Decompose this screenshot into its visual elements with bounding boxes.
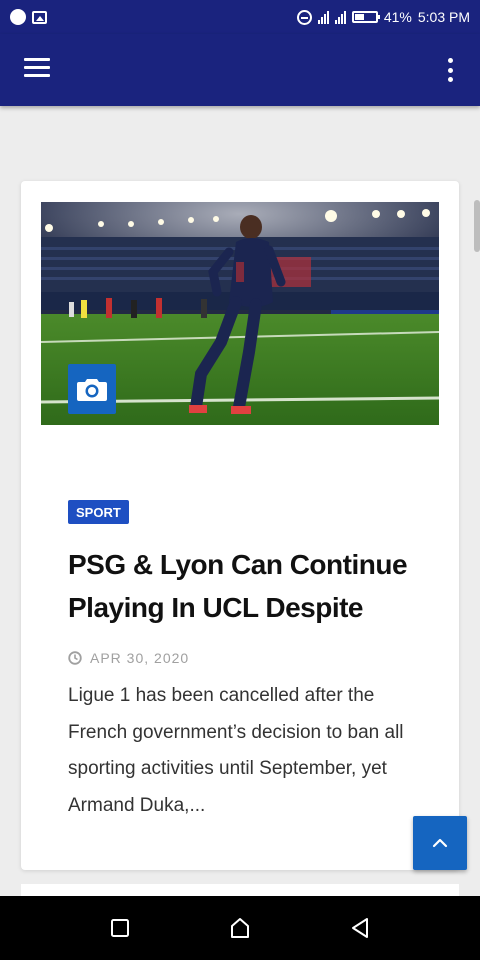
status-notifications	[10, 9, 47, 25]
image-notification-icon	[32, 10, 47, 24]
signal-2-icon	[334, 10, 346, 24]
back-icon[interactable]	[340, 908, 380, 948]
scrollbar[interactable]	[474, 200, 480, 252]
article-date: APR 30, 2020	[90, 650, 190, 666]
system-nav-bar	[0, 896, 480, 960]
clock-icon	[68, 651, 82, 665]
article-excerpt: Ligue 1 has been cancelled after the Fre…	[68, 685, 404, 816]
recents-icon[interactable]	[100, 908, 140, 948]
do-not-disturb-icon	[296, 9, 312, 25]
menu-icon[interactable]	[24, 58, 50, 80]
more-vert-icon[interactable]	[442, 56, 458, 84]
signal-icon	[317, 10, 329, 24]
category-badge[interactable]: SPORT	[68, 500, 129, 524]
notification-dot-icon	[10, 9, 26, 25]
back-to-top-button[interactable]	[413, 816, 467, 870]
article-image[interactable]	[41, 202, 439, 425]
article-title[interactable]: PSG & Lyon Can Continue Playing In UCL D…	[68, 543, 438, 629]
app-bar	[0, 34, 480, 106]
clock: 5:03 PM	[417, 9, 470, 25]
battery-icon	[351, 11, 380, 23]
article-meta: APR 30, 2020	[68, 650, 189, 666]
chevron-up-icon	[432, 838, 448, 848]
battery-percent: 41%	[383, 9, 412, 25]
status-indicators: 41% 5:03 PM	[296, 9, 470, 25]
camera-icon[interactable]	[68, 364, 116, 414]
article-card[interactable]: SPORT PSG & Lyon Can Continue Playing In…	[21, 181, 459, 870]
status-bar: 41% 5:03 PM	[0, 0, 480, 34]
home-icon[interactable]	[220, 908, 260, 948]
